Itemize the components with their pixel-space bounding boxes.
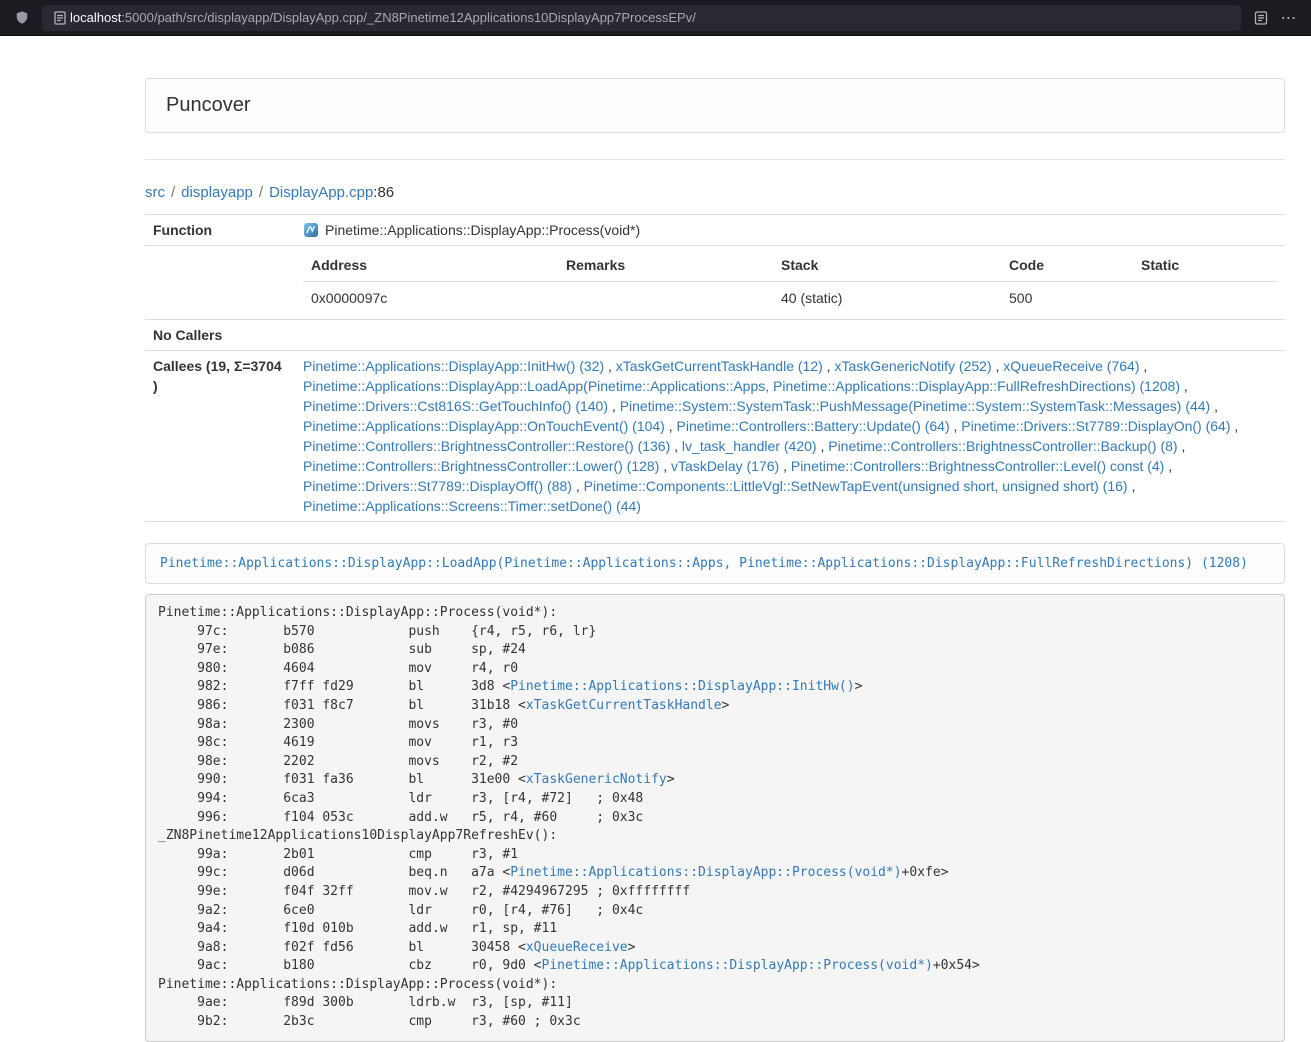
no-callers-label: No Callers: [145, 320, 295, 351]
code-symbol-link[interactable]: xQueueReceive: [526, 940, 628, 955]
breadcrumb-item-file[interactable]: DisplayApp.cpp: [269, 184, 373, 201]
page: Puncover src / displayapp / DisplayApp.cpp:8…: [0, 36, 1285, 1042]
function-detail-table: Address Remarks Stack Code Static 0x0000…: [303, 251, 1277, 314]
callee-link[interactable]: Pinetime::Drivers::St7789::DisplayOn() (…: [961, 418, 1230, 434]
code-symbol-link[interactable]: xTaskGetCurrentTaskHandle: [526, 698, 722, 713]
callee-link[interactable]: Pinetime::Controllers::Battery::Update()…: [677, 418, 950, 434]
table-row: 0x0000097c 40 (static) 500: [303, 282, 1277, 315]
col-header-stack: Stack: [773, 251, 1001, 282]
callee-link[interactable]: Pinetime::Controllers::BrightnessControl…: [303, 458, 659, 474]
code-symbol-link[interactable]: Pinetime::Applications::DisplayApp::Proc…: [542, 958, 933, 973]
callee-link[interactable]: Pinetime::Controllers::BrightnessControl…: [828, 438, 1177, 454]
shield-icon[interactable]: [8, 5, 36, 31]
function-label: Function: [145, 215, 295, 246]
callee-separator: ,: [1139, 358, 1147, 374]
code-size-value: 500: [1001, 282, 1133, 315]
breadcrumb-item-displayapp[interactable]: displayapp: [181, 184, 253, 201]
callee-link[interactable]: xTaskGetCurrentTaskHandle (12): [616, 358, 823, 374]
callee-separator: ,: [1164, 458, 1172, 474]
breadcrumb-separator: /: [259, 184, 263, 201]
remarks-value: [558, 282, 773, 315]
callees-row: Callees (19, Σ=3704 ) Pinetime::Applicat…: [145, 351, 1285, 522]
callee-link[interactable]: Pinetime::Applications::DisplayApp::OnTo…: [303, 418, 665, 434]
callee-separator: ,: [608, 398, 620, 414]
function-table: Function Pinetime::Applications::Display…: [145, 214, 1285, 522]
col-header-address: Address: [303, 251, 558, 282]
callee-link[interactable]: Pinetime::Controllers::BrightnessControl…: [303, 438, 670, 454]
browser-chrome: localhost:5000/path/src/displayapp/Displ…: [0, 0, 1311, 36]
overflow-menu-icon[interactable]: ⋯: [1275, 5, 1303, 31]
symbol-type-icon: [303, 222, 319, 238]
callees-list: Pinetime::Applications::DisplayApp::Init…: [295, 351, 1285, 522]
code-symbol-link[interactable]: Pinetime::Applications::DisplayApp::Proc…: [510, 865, 901, 880]
callee-separator: ,: [604, 358, 616, 374]
col-header-remarks: Remarks: [558, 251, 773, 282]
no-callers-row: No Callers: [145, 320, 1285, 351]
callees-label: Callees (19, Σ=3704 ): [145, 351, 295, 522]
callee-link[interactable]: Pinetime::Controllers::BrightnessControl…: [791, 458, 1164, 474]
callee-separator: ,: [1128, 478, 1136, 494]
reader-mode-icon[interactable]: [1247, 5, 1275, 31]
callee-separator: ,: [779, 458, 791, 474]
callee-separator: ,: [1231, 418, 1239, 434]
col-header-code: Code: [1001, 251, 1133, 282]
highlighted-symbol-panel: Pinetime::Applications::DisplayApp::Load…: [145, 543, 1285, 584]
callee-link[interactable]: Pinetime::Applications::DisplayApp::Init…: [303, 358, 604, 374]
divider: [145, 159, 1285, 160]
callee-link[interactable]: Pinetime::Drivers::Cst816S::GetTouchInfo…: [303, 398, 608, 414]
callee-link[interactable]: Pinetime::System::SystemTask::PushMessag…: [620, 398, 1211, 414]
callee-separator: ,: [992, 358, 1004, 374]
disassembly: Pinetime::Applications::DisplayApp::Proc…: [145, 594, 1285, 1042]
callee-link[interactable]: Pinetime::Components::LittleVgl::SetNewT…: [584, 478, 1128, 494]
static-value: [1133, 282, 1277, 315]
function-row: Function Pinetime::Applications::Display…: [145, 215, 1285, 246]
breadcrumb-line-number: :86: [373, 184, 394, 201]
breadcrumb-item-src[interactable]: src: [145, 184, 165, 201]
callee-separator: ,: [950, 418, 962, 434]
callee-separator: ,: [572, 478, 584, 494]
code-symbol-link[interactable]: Pinetime::Applications::DisplayApp::Init…: [510, 679, 854, 694]
function-name: Pinetime::Applications::DisplayApp::Proc…: [325, 220, 640, 240]
callee-link[interactable]: Pinetime::Drivers::St7789::DisplayOff() …: [303, 478, 572, 494]
page-icon: [50, 5, 70, 31]
callee-separator: ,: [1210, 398, 1218, 414]
url-path: :5000/path/src/displayapp/DisplayApp.cpp…: [121, 10, 696, 25]
page-title: Puncover: [166, 94, 1264, 117]
callee-separator: ,: [665, 418, 677, 434]
callee-separator: ,: [817, 438, 829, 454]
url-bar[interactable]: localhost:5000/path/src/displayapp/Displ…: [42, 5, 1241, 31]
callee-separator: ,: [823, 358, 835, 374]
callee-link[interactable]: xQueueReceive (764): [1003, 358, 1139, 374]
callee-separator: ,: [1180, 378, 1188, 394]
code-symbol-link[interactable]: xTaskGenericNotify: [526, 772, 667, 787]
breadcrumb-separator: /: [171, 184, 175, 201]
callee-separator: ,: [659, 458, 671, 474]
callee-link[interactable]: Pinetime::Applications::DisplayApp::Load…: [303, 378, 1180, 394]
address-value: 0x0000097c: [303, 282, 558, 315]
col-header-static: Static: [1133, 251, 1277, 282]
breadcrumb: src / displayapp / DisplayApp.cpp:86: [145, 184, 1285, 201]
highlighted-symbol-link[interactable]: Pinetime::Applications::DisplayApp::Load…: [160, 556, 1248, 571]
app-title-box: Puncover: [145, 78, 1285, 133]
url-host: localhost: [70, 10, 121, 25]
callee-link[interactable]: xTaskGenericNotify (252): [834, 358, 991, 374]
callee-link[interactable]: Pinetime::Applications::Screens::Timer::…: [303, 498, 641, 514]
callee-link[interactable]: lv_task_handler (420): [682, 438, 817, 454]
callee-separator: ,: [1178, 438, 1186, 454]
callee-separator: ,: [670, 438, 682, 454]
stack-value: 40 (static): [773, 282, 1001, 315]
function-detail-row: Address Remarks Stack Code Static 0x0000…: [145, 246, 1285, 320]
callee-link[interactable]: vTaskDelay (176): [671, 458, 779, 474]
